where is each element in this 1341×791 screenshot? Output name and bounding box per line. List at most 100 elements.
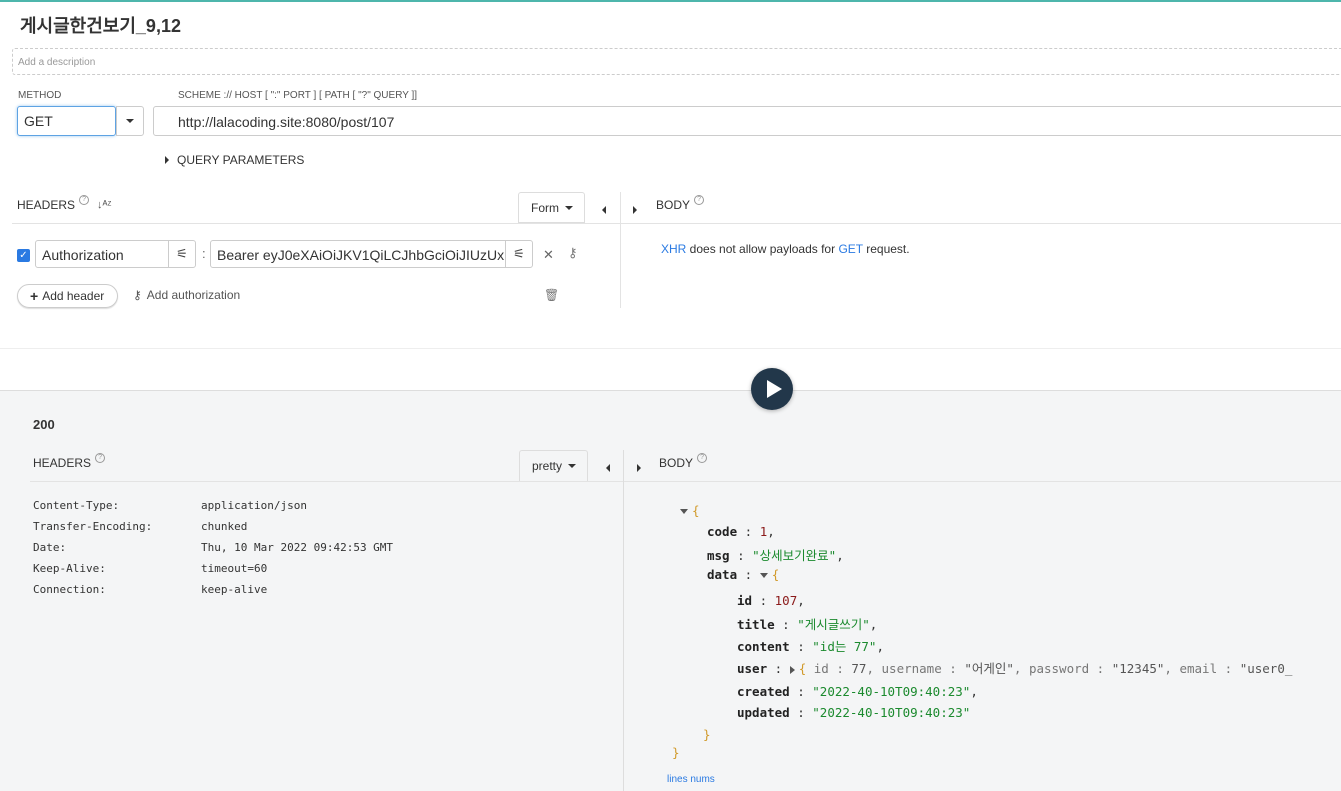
chevron-down-icon xyxy=(126,119,134,123)
response-header-key: Keep-Alive: xyxy=(33,562,106,575)
request-title[interactable]: 게시글한건보기_9,12 xyxy=(20,12,181,38)
json-line-code: code : 1, xyxy=(707,524,775,539)
body-message-suffix: request. xyxy=(862,242,910,256)
json-line-updated: updated : "2022-40-10T09:40:23" xyxy=(737,705,971,720)
json-line-data[interactable]: data : { xyxy=(707,567,779,582)
help-icon[interactable]: ? xyxy=(694,195,705,205)
caret-right-icon xyxy=(165,156,169,164)
magic-wand-icon[interactable]: ⚟ xyxy=(505,240,533,268)
chevron-down-icon xyxy=(565,205,573,210)
divider xyxy=(624,481,1341,482)
body-message-text: does not allow payloads for xyxy=(686,242,839,256)
expand-icon[interactable] xyxy=(789,665,795,674)
response-status: 200 xyxy=(33,417,55,432)
response-header-key: Transfer-Encoding: xyxy=(33,520,153,533)
body-disabled-message: XHR does not allow payloads for GET requ… xyxy=(661,242,910,256)
response-header-key: Connection: xyxy=(33,583,106,596)
pretty-mode-dropdown[interactable]: pretty xyxy=(519,450,588,482)
method-input[interactable]: GET xyxy=(17,106,116,136)
get-link[interactable]: GET xyxy=(838,242,862,256)
send-request-button[interactable] xyxy=(751,368,793,410)
json-preview-value: 77 xyxy=(851,661,867,676)
collapse-body-button[interactable] xyxy=(633,203,637,217)
trash-icon[interactable]: 🗑 xyxy=(544,288,559,302)
header-name-input[interactable]: Authorization xyxy=(35,240,169,268)
json-line-content: content : "id는 77", xyxy=(737,639,884,654)
chevron-down-icon xyxy=(568,464,577,468)
method-dropdown-button[interactable] xyxy=(116,106,144,136)
scheme-label: SCHEME :// HOST [ ":" PORT ] [ PATH [ "?… xyxy=(178,90,418,101)
key-icon[interactable]: ⚷ xyxy=(568,245,578,261)
response-header-value: Thu, 10 Mar 2022 09:42:53 GMT xyxy=(201,541,394,554)
help-icon[interactable]: ? xyxy=(79,195,90,205)
divider xyxy=(621,223,1341,224)
caret-right-icon xyxy=(633,206,637,214)
json-preview-key: password xyxy=(1028,661,1090,676)
header-enabled-checkbox[interactable]: ✓ xyxy=(17,249,30,262)
response-header-value: timeout=60 xyxy=(201,562,268,575)
json-preview-value: "user0_ xyxy=(1239,661,1293,676)
pretty-mode-label: pretty xyxy=(532,459,563,473)
expand-icon[interactable] xyxy=(759,573,768,578)
json-key: content xyxy=(737,639,790,654)
panel-separator[interactable] xyxy=(620,192,621,308)
top-accent-line xyxy=(0,0,1341,2)
form-mode-label: Form xyxy=(531,200,559,215)
description-field[interactable]: Add a description xyxy=(12,48,1341,75)
xhr-link[interactable]: XHR xyxy=(661,242,686,256)
help-icon[interactable]: ? xyxy=(95,453,106,463)
response-headers-section: HEADERS ? xyxy=(33,453,106,470)
json-value: "2022-40-10T09:40:23" xyxy=(812,684,971,699)
form-mode-dropdown[interactable]: Form xyxy=(518,192,585,223)
add-authorization-button[interactable]: ⚷ Add authorization xyxy=(133,288,240,302)
caret-right-icon xyxy=(637,464,641,472)
json-key: user xyxy=(737,661,768,676)
json-value: "게시글쓰기" xyxy=(797,617,870,632)
json-line-created: created : "2022-40-10T09:40:23", xyxy=(737,684,978,699)
request-headers-label: HEADERS xyxy=(17,198,76,212)
response-body-label: BODY xyxy=(659,456,694,470)
header-value-input[interactable]: Bearer eyJ0eXAiOiJKV1QiLCJhbGciOiJIUzUxM… xyxy=(210,240,506,268)
json-preview-value: "어게인" xyxy=(964,661,1014,676)
collapse-response-headers-button[interactable] xyxy=(606,461,610,475)
collapse-headers-button[interactable] xyxy=(602,203,606,217)
json-line-msg: msg : "상세보기완료", xyxy=(707,548,844,563)
json-preview-key: id xyxy=(813,661,829,676)
request-body-section: BODY ? xyxy=(656,195,705,212)
header-colon: : xyxy=(202,246,206,261)
divider xyxy=(30,481,623,482)
response-body-section: BODY ? xyxy=(659,453,708,470)
query-parameters-label: QUERY PARAMETERS xyxy=(177,153,305,167)
help-icon[interactable]: ? xyxy=(697,453,708,463)
json-line-user[interactable]: user : { id : 77, username : "어게인", pass… xyxy=(737,658,1292,677)
url-input[interactable]: http://lalacoding.site:8080/post/107 xyxy=(153,106,1341,136)
sort-icon[interactable]: ↓ᴬᶻ xyxy=(97,199,111,211)
json-key: id xyxy=(737,593,753,608)
json-key: created xyxy=(737,684,790,699)
json-value: "2022-40-10T09:40:23" xyxy=(812,705,971,720)
json-key: updated xyxy=(737,705,790,720)
json-root-close: } xyxy=(672,745,680,760)
json-root-open[interactable]: { xyxy=(680,503,700,518)
query-parameters-toggle[interactable]: QUERY PARAMETERS xyxy=(165,153,304,167)
json-preview-key: username xyxy=(881,661,942,676)
panel-separator[interactable] xyxy=(623,450,624,791)
json-preview-value: "12345" xyxy=(1111,661,1165,676)
expand-icon[interactable] xyxy=(680,509,688,514)
add-header-label: Add header xyxy=(42,289,105,303)
json-line-title: title : "게시글쓰기", xyxy=(737,617,878,632)
collapse-response-body-button[interactable] xyxy=(637,461,641,475)
response-headers-label: HEADERS xyxy=(33,456,92,470)
remove-header-icon[interactable]: ✕ xyxy=(543,247,554,263)
lines-nums-link[interactable]: lines nums xyxy=(667,774,715,785)
divider xyxy=(0,348,1341,349)
json-key: msg xyxy=(707,548,730,563)
key-icon: ⚷ xyxy=(133,288,142,302)
json-value: "상세보기완료" xyxy=(752,548,837,563)
add-header-button[interactable]: + Add header xyxy=(17,284,118,308)
magic-wand-icon[interactable]: ⚟ xyxy=(168,240,196,268)
caret-left-icon xyxy=(606,464,610,472)
caret-left-icon xyxy=(602,206,606,214)
json-key: data xyxy=(707,567,738,582)
json-data-close: } xyxy=(703,727,711,742)
